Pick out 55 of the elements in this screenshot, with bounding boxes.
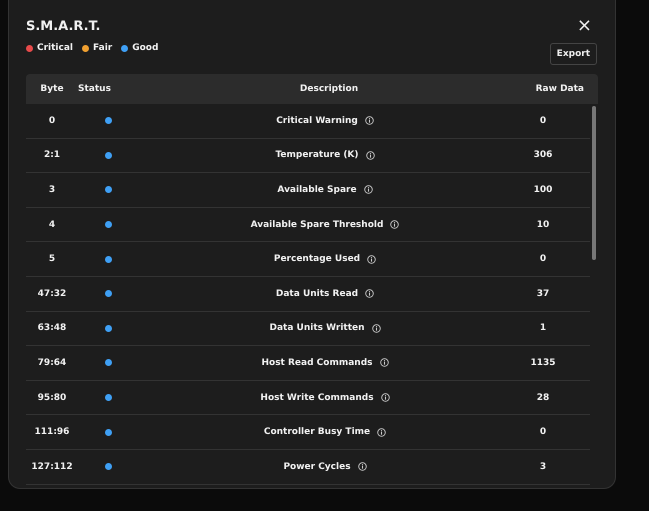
- table-cell: Available Spare Threshold: [250, 220, 384, 230]
- table-cell-text: 3: [48, 184, 56, 195]
- table-cell: Data Units Read: [276, 288, 358, 299]
- legend-label: Critical: [37, 43, 74, 53]
- export-button[interactable]: Export: [550, 43, 597, 65]
- table-cell-text: 0: [538, 116, 548, 126]
- info-icon[interactable]: [364, 116, 374, 126]
- table-cell: Critical Warning: [276, 116, 358, 126]
- table-cell-text: 3: [538, 462, 548, 472]
- info-icon[interactable]: [377, 428, 386, 437]
- scrollbar[interactable]: [592, 106, 596, 260]
- table-cell-text: 63:48: [36, 323, 68, 334]
- column-header: Description: [298, 84, 360, 94]
- table-cell: Host Write Commands: [260, 392, 374, 403]
- table-cell-text: 0: [48, 116, 56, 126]
- table-cell-text: 100: [532, 184, 554, 195]
- legend-label: Good: [132, 43, 158, 53]
- table-cell-text: 95:80: [36, 392, 68, 403]
- info-icon[interactable]: [380, 358, 388, 368]
- info-icon[interactable]: [372, 324, 381, 333]
- table-cell: Data Units Written: [269, 323, 365, 334]
- close-button[interactable]: ×: [570, 17, 598, 35]
- column-header: Status: [78, 84, 112, 94]
- info-icon[interactable]: [366, 150, 375, 160]
- table-cell: Temperature (K): [275, 150, 359, 160]
- table-cell-text: 1135: [529, 358, 557, 368]
- legend-label: Fair: [93, 43, 112, 53]
- info-icon[interactable]: [380, 393, 390, 402]
- info-icon[interactable]: [365, 289, 374, 298]
- info-icon[interactable]: [367, 254, 376, 264]
- info-icon[interactable]: [364, 185, 373, 194]
- table-cell-text: 10: [536, 220, 550, 230]
- table-cell: Controller Busy Time: [264, 427, 370, 438]
- table-cell-text: 0: [538, 254, 548, 264]
- table-cell: Host Read Commands: [261, 358, 372, 368]
- table-cell-text: 0: [538, 427, 548, 438]
- table-cell-text: 79:64: [36, 358, 68, 368]
- table-cell-text: 111:96: [34, 427, 70, 438]
- table-cell-text: 127:112: [30, 462, 74, 472]
- table-cell-text: 5: [48, 254, 56, 264]
- table-cell: Percentage Used: [274, 254, 360, 264]
- table-cell: Power Cycles: [283, 462, 351, 472]
- table-cell-text: 37: [536, 288, 550, 299]
- column-header: Raw Data: [534, 84, 585, 94]
- column-header: Byte: [39, 84, 65, 94]
- dialog-title: S.M.A.R.T.: [26, 18, 100, 34]
- info-icon[interactable]: [390, 220, 400, 230]
- table-cell-text: 2:1: [42, 150, 62, 160]
- table-cell: Available Spare: [277, 184, 357, 195]
- info-icon[interactable]: [358, 462, 367, 472]
- table-cell-text: 47:32: [36, 288, 68, 299]
- table-cell-text: 1: [538, 323, 548, 334]
- table-cell-text: 4: [48, 220, 56, 230]
- table-cell-text: 306: [532, 150, 554, 160]
- table-cell-text: 28: [536, 392, 550, 403]
